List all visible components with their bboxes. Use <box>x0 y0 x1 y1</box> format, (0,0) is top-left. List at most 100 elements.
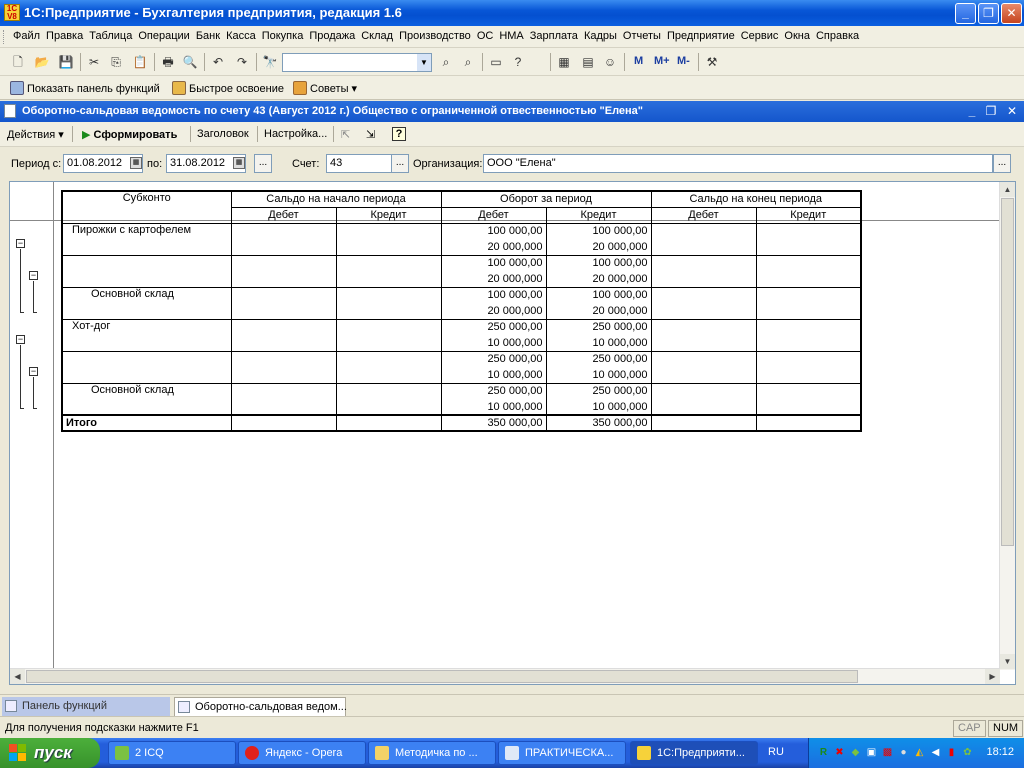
memory-button[interactable]: M <box>634 55 643 67</box>
menu-item[interactable]: Предприятие <box>664 30 738 42</box>
tray-antivirus-icon[interactable]: ▩ <box>881 746 894 759</box>
close-button[interactable]: ✕ <box>1001 3 1022 24</box>
quick-learn-button[interactable]: Быстрое освоение <box>172 81 284 95</box>
task-1c[interactable]: 1С:Предприяти... <box>630 741 758 765</box>
calendar-icon[interactable]: ▤ <box>580 54 596 70</box>
find-next-icon[interactable]: ⌕ <box>438 54 454 70</box>
open-icon[interactable]: 📂 <box>34 54 50 70</box>
collapse-group-icon[interactable]: − <box>16 239 25 248</box>
task-practical[interactable]: ПРАКТИЧЕСКА... <box>498 741 626 765</box>
child-minimize-button[interactable]: _ <box>964 103 980 119</box>
task-methodichka[interactable]: Методичка по ... <box>368 741 496 765</box>
app-titlebar[interactable]: 1С V8 1С:Предприятие - Бухгалтерия предп… <box>0 0 1024 26</box>
menu-item[interactable]: Касса <box>223 30 259 42</box>
actions-menu-button[interactable]: Действия ▾ <box>7 128 64 141</box>
tray-disk-icon[interactable]: ● <box>897 746 910 759</box>
menu-item[interactable]: Справка <box>813 30 862 42</box>
show-panel-button[interactable]: Показать панель функций <box>10 81 160 95</box>
tray-r-icon[interactable]: R <box>817 746 830 759</box>
collapse-group-icon[interactable]: − <box>29 271 38 280</box>
menu-item[interactable]: Склад <box>358 30 396 42</box>
collapse-group-icon[interactable]: − <box>29 367 38 376</box>
windows-icon[interactable]: ▭ <box>488 54 504 70</box>
report-spreadsheet[interactable]: − − − − Субконто Сальдо на начало период… <box>9 181 1016 685</box>
form-report-button[interactable]: ▶ Сформировать <box>82 128 177 141</box>
tips-button[interactable]: Советы ▾ <box>293 81 357 95</box>
menu-item[interactable]: Отчеты <box>620 30 664 42</box>
menu-item[interactable]: Сервис <box>738 30 782 42</box>
child-close-button[interactable]: ✕ <box>1004 103 1020 119</box>
tray-icq-icon[interactable]: ✿ <box>961 746 974 759</box>
tools-icon[interactable]: ⚒ <box>704 54 720 70</box>
vertical-scroll-thumb[interactable] <box>1001 198 1014 546</box>
help-icon[interactable]: ? <box>392 127 406 141</box>
language-indicator[interactable]: RU <box>768 746 784 758</box>
paste-icon[interactable]: 📋 <box>132 54 148 70</box>
organization-select-button[interactable]: ... <box>993 154 1011 173</box>
minimize-button[interactable]: _ <box>955 3 976 24</box>
restore-button[interactable]: ❐ <box>978 3 999 24</box>
organization-field[interactable]: ООО "Елена" <box>483 154 993 173</box>
scroll-up-icon[interactable]: ▲ <box>1000 182 1015 197</box>
account-select-button[interactable]: ... <box>391 154 409 173</box>
preview-icon[interactable]: 🔍 <box>182 54 198 70</box>
memory-subtract-button[interactable]: M- <box>677 55 690 67</box>
save-icon[interactable]: 💾 <box>58 54 74 70</box>
scroll-right-icon[interactable]: ▶ <box>985 669 1000 684</box>
tray-alert-icon[interactable]: ▮ <box>945 746 958 759</box>
chevron-down-icon[interactable]: ▼ <box>417 54 431 71</box>
menu-item[interactable]: Операции <box>135 30 192 42</box>
memory-add-button[interactable]: M+ <box>654 55 670 67</box>
tab-function-panel[interactable]: Панель функций <box>2 697 170 716</box>
menu-item[interactable]: Окна <box>781 30 813 42</box>
menu-item[interactable]: Производство <box>396 30 474 42</box>
cut-icon[interactable]: ✂ <box>86 54 102 70</box>
search-combo[interactable]: ▼ <box>282 53 432 72</box>
menu-item[interactable]: Продажа <box>306 30 358 42</box>
copy-icon[interactable]: ⎘ <box>108 54 124 70</box>
menu-item[interactable]: Кадры <box>581 30 620 42</box>
horizontal-scroll-thumb[interactable] <box>26 670 858 683</box>
start-button[interactable]: пуск <box>0 738 100 768</box>
help-1c-icon[interactable]: ? <box>510 54 526 70</box>
menu-item[interactable]: Правка <box>43 30 86 42</box>
vertical-scrollbar[interactable]: ▲ ▼ <box>999 182 1015 670</box>
collapse-group-icon[interactable]: − <box>16 335 25 344</box>
menu-item[interactable]: Файл <box>10 30 43 42</box>
print-icon[interactable]: 🖶 <box>160 54 176 70</box>
calculator-icon[interactable]: ▦ <box>556 54 572 70</box>
tray-warning-icon[interactable]: ◭ <box>913 746 926 759</box>
calendar-icon[interactable]: ▦ <box>233 157 245 169</box>
find-prev-icon[interactable]: ⌕ <box>460 54 476 70</box>
task-icq[interactable]: 2 ICQ <box>108 741 236 765</box>
expand-icon[interactable]: ⇲ <box>366 128 375 141</box>
tab-turnover-report[interactable]: Оборотно-сальдовая ведом... <box>174 697 347 716</box>
export-icon[interactable]: ⇱ <box>341 128 350 141</box>
new-document-icon[interactable]: 🗋 <box>10 54 26 70</box>
menu-item[interactable]: Покупка <box>259 30 307 42</box>
header-button[interactable]: Заголовок <box>197 128 249 140</box>
horizontal-scrollbar[interactable]: ◀ ▶ <box>10 668 1000 684</box>
scroll-down-icon[interactable]: ▼ <box>1000 654 1015 669</box>
tray-shield-icon[interactable]: ◆ <box>849 746 862 759</box>
account-field[interactable]: 43 <box>326 154 392 173</box>
menu-item[interactable]: Зарплата <box>527 30 581 42</box>
undo-icon[interactable]: ↶ <box>210 54 226 70</box>
tray-network-icon[interactable]: ▣ <box>865 746 878 759</box>
report-window-titlebar[interactable]: Оборотно-сальдовая ведомость по счету 43… <box>0 101 1024 122</box>
settings-button[interactable]: Настройка... <box>264 128 327 140</box>
calendar-icon[interactable]: ▦ <box>130 157 142 169</box>
tray-flag-icon[interactable]: ✖ <box>833 746 846 759</box>
user-icon[interactable]: ☺ <box>602 54 618 70</box>
menu-item[interactable]: Таблица <box>86 30 135 42</box>
period-select-button[interactable]: ... <box>254 154 272 173</box>
menu-item[interactable]: НМА <box>496 30 526 42</box>
tray-volume-icon[interactable]: ◀ <box>929 746 942 759</box>
find-icon[interactable]: 🔭 <box>262 54 278 70</box>
menu-item[interactable]: ОС <box>474 30 497 42</box>
child-restore-button[interactable]: ❐ <box>983 103 999 119</box>
scroll-left-icon[interactable]: ◀ <box>10 669 25 684</box>
redo-icon[interactable]: ↷ <box>234 54 250 70</box>
menu-item[interactable]: Банк <box>193 30 223 42</box>
task-opera[interactable]: Яндекс - Opera <box>238 741 366 765</box>
